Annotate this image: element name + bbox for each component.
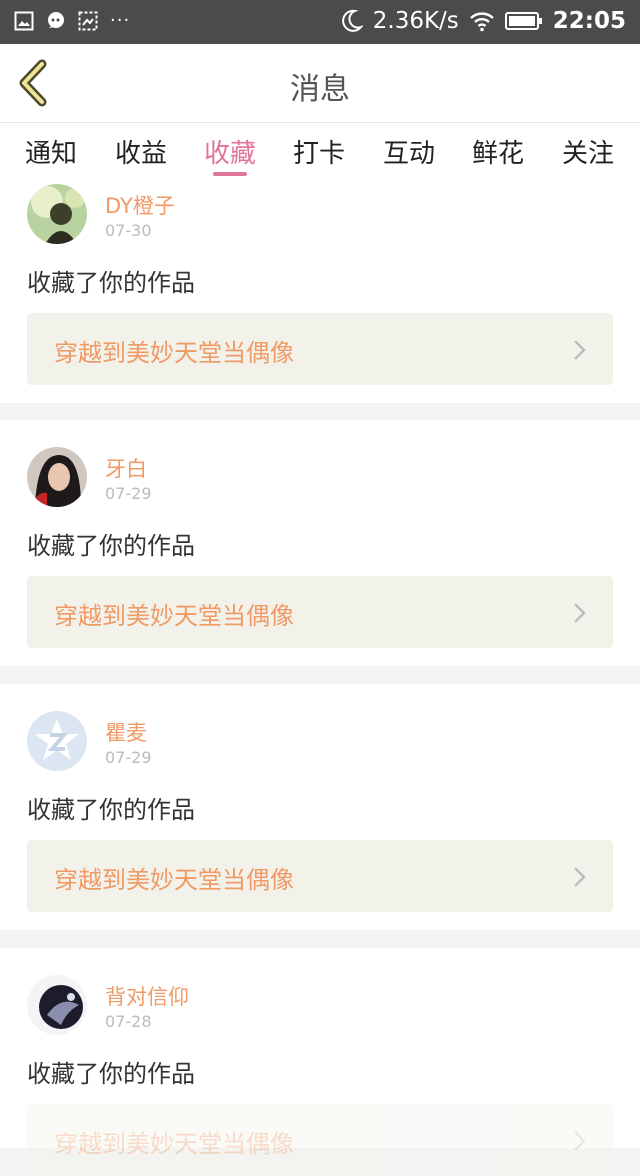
- notification-item: 牙白 07-29 收藏了你的作品 穿越到美妙天堂当偶像: [0, 420, 640, 666]
- tab-earnings[interactable]: 收益: [106, 133, 176, 177]
- chevron-right-icon: [574, 603, 586, 623]
- tab-flowers[interactable]: 鲜花: [463, 133, 533, 177]
- more-notifications-dots: ···: [110, 10, 131, 31]
- battery-icon: [504, 12, 542, 30]
- notification-item: DY橙子 07-30 收藏了你的作品 穿越到美妙天堂当偶像: [0, 181, 640, 403]
- wifi-icon: [469, 12, 494, 32]
- tab-bar: 通知 收益 收藏 打卡 互动 鲜花 关注: [0, 123, 640, 181]
- tab-label: 关注: [561, 139, 614, 169]
- notification-action: 收藏了你的作品: [27, 1060, 195, 1088]
- tab-notice[interactable]: 通知: [16, 133, 86, 177]
- avatar-image: [27, 711, 87, 771]
- avatar[interactable]: [27, 447, 87, 507]
- active-tab-indicator: [213, 172, 247, 176]
- notification-item: 背对信仰 07-28 收藏了你的作品 穿越到美妙天堂当偶像: [0, 948, 640, 1176]
- chevron-right-icon: [574, 867, 586, 887]
- notification-action: 收藏了你的作品: [27, 796, 195, 824]
- username[interactable]: 牙白: [105, 453, 147, 483]
- avatar[interactable]: [27, 975, 87, 1035]
- notification-action: 收藏了你的作品: [27, 532, 195, 560]
- chevron-right-icon: [574, 1131, 586, 1151]
- tab-label: 鲜花: [471, 139, 524, 169]
- work-title: 穿越到美妙天堂当偶像: [54, 1130, 294, 1158]
- page-title: 消息: [290, 72, 350, 107]
- tab-label: 互动: [382, 139, 435, 169]
- tab-favorites[interactable]: 收藏: [195, 133, 265, 177]
- avatar-image: [27, 184, 87, 244]
- moon-icon: [341, 9, 363, 32]
- username[interactable]: 瞿麦: [105, 717, 147, 747]
- message-icon: [48, 12, 64, 28]
- work-link[interactable]: 穿越到美妙天堂当偶像: [27, 1104, 613, 1176]
- work-title: 穿越到美妙天堂当偶像: [54, 602, 294, 630]
- status-bar: ··· 2.36K/s 22:05: [0, 0, 640, 44]
- tab-following[interactable]: 关注: [553, 133, 623, 177]
- network-speed: 2.36K/s: [372, 8, 459, 34]
- tab-interaction[interactable]: 互动: [374, 133, 444, 177]
- avatar-image: [27, 447, 87, 507]
- notification-date: 07-29: [105, 484, 152, 503]
- tab-label: 通知: [24, 139, 77, 169]
- notification-action: 收藏了你的作品: [27, 269, 195, 297]
- tab-checkin[interactable]: 打卡: [284, 133, 354, 177]
- avatar[interactable]: [27, 711, 87, 771]
- title-bar: 消息: [0, 44, 640, 123]
- tab-label: 收益: [114, 139, 167, 169]
- work-title: 穿越到美妙天堂当偶像: [54, 866, 294, 894]
- username[interactable]: DY橙子: [105, 190, 175, 220]
- screenshot-icon: [78, 11, 98, 31]
- notification-date: 07-29: [105, 748, 152, 767]
- work-link[interactable]: 穿越到美妙天堂当偶像: [27, 313, 613, 385]
- avatar-image: [27, 975, 87, 1035]
- work-link[interactable]: 穿越到美妙天堂当偶像: [27, 576, 613, 648]
- clock: 22:05: [552, 8, 626, 34]
- avatar[interactable]: [27, 184, 87, 244]
- tab-label: 收藏: [203, 139, 256, 169]
- notification-date: 07-28: [105, 1012, 152, 1031]
- username[interactable]: 背对信仰: [105, 981, 189, 1011]
- notification-date: 07-30: [105, 221, 152, 240]
- work-link[interactable]: 穿越到美妙天堂当偶像: [27, 840, 613, 912]
- status-bar-system: 2.36K/s 22:05: [341, 8, 626, 34]
- status-bar-notifications: ···: [14, 11, 130, 31]
- notification-item: 瞿麦 07-29 收藏了你的作品 穿越到美妙天堂当偶像: [0, 684, 640, 930]
- work-title: 穿越到美妙天堂当偶像: [54, 339, 294, 367]
- image-icon: [14, 11, 34, 31]
- chevron-right-icon: [574, 340, 586, 360]
- tab-label: 打卡: [292, 139, 345, 169]
